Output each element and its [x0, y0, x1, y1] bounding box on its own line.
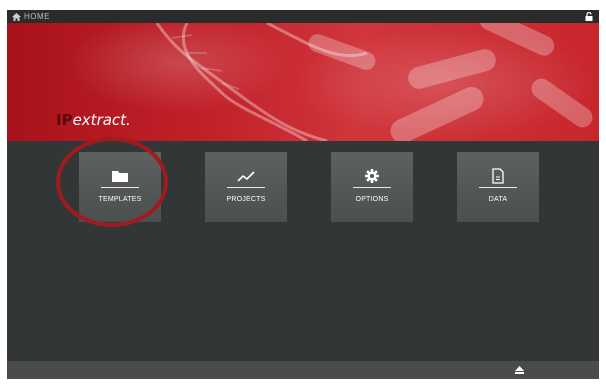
logo-prefix: IP — [56, 111, 73, 129]
top-bar: HOME — [7, 10, 599, 23]
header-banner: IPextract. — [7, 23, 599, 141]
gear-icon — [365, 169, 379, 183]
tile-divider — [227, 187, 265, 188]
tile-label-data: DATA — [488, 196, 508, 203]
home-label[interactable]: HOME — [24, 10, 50, 23]
app-logo: IPextract. — [56, 111, 131, 129]
lock-icon[interactable] — [585, 12, 593, 21]
eject-icon[interactable] — [515, 366, 524, 374]
tile-divider — [479, 187, 517, 188]
document-icon — [492, 168, 504, 184]
chart-line-icon — [237, 171, 255, 182]
bottom-bar — [7, 361, 599, 379]
projects-tile[interactable]: PROJECTS — [205, 152, 287, 222]
tile-label-options: OPTIONS — [355, 196, 389, 203]
tile-divider — [353, 187, 391, 188]
home-icon[interactable] — [12, 13, 21, 21]
highlight-circle — [56, 137, 168, 227]
data-tile[interactable]: DATA — [457, 152, 539, 222]
logo-text: extract. — [72, 111, 131, 129]
options-tile[interactable]: OPTIONS — [331, 152, 413, 222]
tile-label-projects: PROJECTS — [226, 196, 266, 203]
